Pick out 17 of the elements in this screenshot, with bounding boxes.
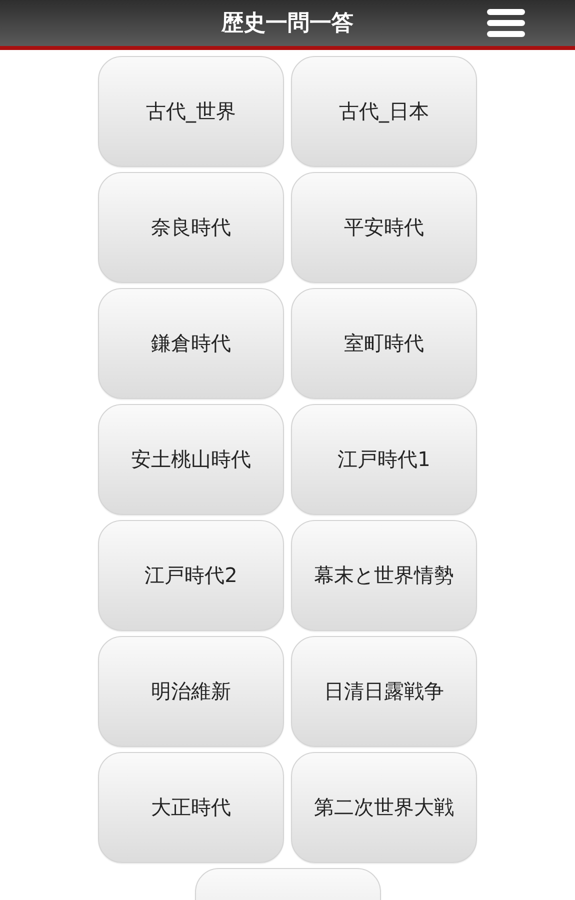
topic-button[interactable]: 江戸時代2: [98, 520, 284, 631]
topic-button[interactable]: 平安時代: [291, 172, 477, 283]
topic-button[interactable]: 奈良時代: [98, 172, 284, 283]
topic-button[interactable]: 室町時代: [291, 288, 477, 399]
app-title: 歴史一問一答: [222, 10, 354, 38]
topic-button[interactable]: 古代_世界: [98, 56, 284, 167]
topic-button[interactable]: 幕末と世界情勢: [291, 520, 477, 631]
topic-button[interactable]: 安土桃山時代: [98, 404, 284, 515]
topic-button[interactable]: 大正時代: [98, 752, 284, 863]
topic-button[interactable]: 明治維新: [98, 636, 284, 747]
topic-button[interactable]: 江戸時代1: [291, 404, 477, 515]
topic-button[interactable]: 第二次世界大戦: [291, 752, 477, 863]
menu-button[interactable]: [485, 6, 527, 40]
topic-button[interactable]: 日清日露戦争: [291, 636, 477, 747]
menu-icon: [486, 8, 526, 38]
topic-button[interactable]: 古代_日本: [291, 56, 477, 167]
topic-button[interactable]: 鎌倉時代: [98, 288, 284, 399]
